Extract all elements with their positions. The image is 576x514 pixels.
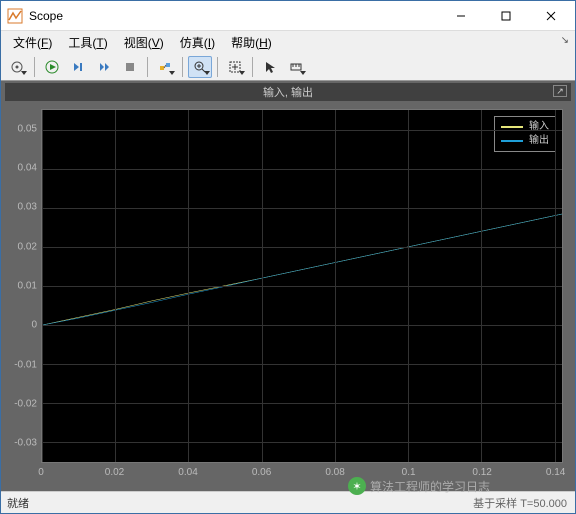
- menu-tools[interactable]: 工具(T): [60, 32, 115, 53]
- xtick: 0.02: [105, 467, 124, 478]
- menu-help[interactable]: 帮助(H): [223, 32, 280, 53]
- xtick: 0: [38, 467, 44, 478]
- ytick: 0.01: [18, 281, 37, 292]
- status-text: 就绪: [7, 495, 29, 511]
- legend-entry-input: 输入: [501, 120, 549, 134]
- zoom-button[interactable]: [188, 56, 212, 78]
- ytick: 0: [31, 320, 37, 331]
- configure-button[interactable]: [5, 56, 29, 78]
- run-button[interactable]: [40, 56, 64, 78]
- xtick: 0.06: [252, 467, 271, 478]
- legend[interactable]: 输入 输出: [494, 116, 556, 152]
- xtick: 0.14: [546, 467, 565, 478]
- ytick: 0.04: [18, 163, 37, 174]
- toolbar-separator: [147, 57, 148, 77]
- toolbar: [1, 53, 575, 81]
- scope-window: Scope 文件(F) 工具(T) 视图(V) 仿真(I) 帮助(H) ↘ 输入…: [0, 0, 576, 514]
- menubar: 文件(F) 工具(T) 视图(V) 仿真(I) 帮助(H) ↘: [1, 31, 575, 53]
- maximize-axes-icon[interactable]: ↗: [553, 85, 567, 97]
- xtick: 0.04: [178, 467, 197, 478]
- toolbar-separator: [252, 57, 253, 77]
- close-button[interactable]: [528, 1, 573, 30]
- measurements-button[interactable]: [284, 56, 308, 78]
- ytick: -0.03: [14, 438, 37, 449]
- status-sample: 基于采样 T=50.000: [473, 495, 567, 511]
- autoscale-button[interactable]: [223, 56, 247, 78]
- chart[interactable]: 输入 输出 0 0.02 0.04 0.06 0.08 0.1 0.12 0.14 -0.03 -…: [5, 103, 571, 487]
- toolbar-separator: [34, 57, 35, 77]
- plot-title-bar: 输入, 输出 ↗: [5, 83, 571, 101]
- menu-view[interactable]: 视图(V): [116, 32, 172, 53]
- menu-file[interactable]: 文件(F): [5, 32, 60, 53]
- ytick: -0.02: [14, 399, 37, 410]
- xtick: 0.12: [472, 467, 491, 478]
- dock-icon[interactable]: ↘: [561, 35, 569, 46]
- window-title: Scope: [29, 9, 438, 23]
- plot-title: 输入, 输出: [263, 84, 313, 100]
- stop-button[interactable]: [118, 56, 142, 78]
- minimize-button[interactable]: [438, 1, 483, 30]
- ytick: 0.02: [18, 241, 37, 252]
- maximize-button[interactable]: [483, 1, 528, 30]
- ytick: -0.01: [14, 359, 37, 370]
- step-forward-button[interactable]: [66, 56, 90, 78]
- triggers-button[interactable]: [153, 56, 177, 78]
- toolbar-separator: [217, 57, 218, 77]
- app-icon: [7, 8, 23, 24]
- cursor-button[interactable]: [258, 56, 282, 78]
- xtick: 0.08: [325, 467, 344, 478]
- titlebar: Scope: [1, 1, 575, 31]
- toolbar-separator: [182, 57, 183, 77]
- step-button[interactable]: [92, 56, 116, 78]
- menu-simulation[interactable]: 仿真(I): [172, 32, 223, 53]
- plot-area: 输入, 输出 ↗ 输入 输出 0 0.02 0.04 0.06 0.08 0.1 0.12 0…: [1, 81, 575, 491]
- legend-entry-output: 输出: [501, 134, 549, 148]
- axes[interactable]: 输入 输出: [41, 109, 563, 463]
- statusbar: 就绪 基于采样 T=50.000: [1, 491, 575, 513]
- xtick: 0.1: [402, 467, 416, 478]
- ytick: 0.03: [18, 202, 37, 213]
- ytick: 0.05: [18, 123, 37, 134]
